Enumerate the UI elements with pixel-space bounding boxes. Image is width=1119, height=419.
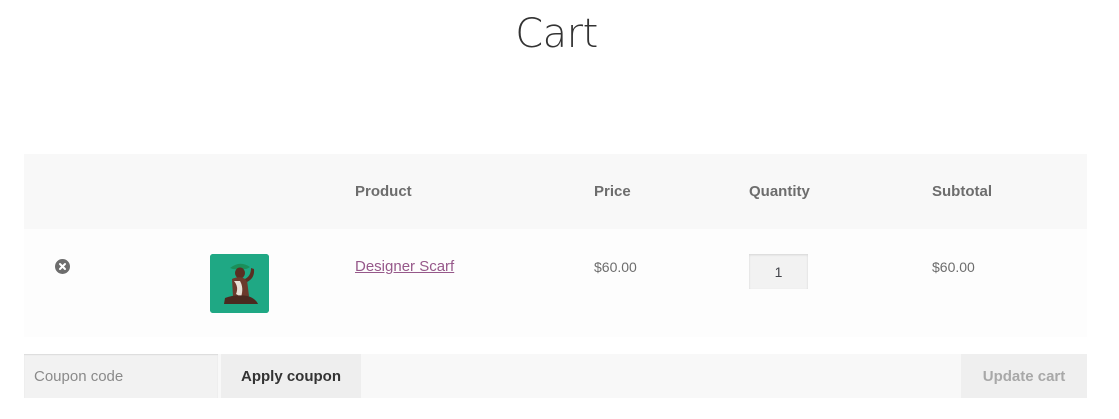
- remove-item-icon[interactable]: [55, 259, 70, 274]
- product-name-link[interactable]: Designer Scarf: [355, 258, 454, 275]
- update-cart-button[interactable]: Update cart: [961, 354, 1087, 398]
- apply-coupon-button[interactable]: Apply coupon: [221, 354, 361, 398]
- item-price: $60.00: [594, 259, 637, 275]
- coupon-code-input[interactable]: [24, 354, 218, 398]
- column-header-quantity: Quantity: [749, 183, 810, 200]
- cart-table-header: Product Price Quantity Subtotal: [24, 154, 1087, 229]
- column-header-product: Product: [355, 183, 412, 200]
- column-header-price: Price: [594, 183, 631, 200]
- cart-table: Product Price Quantity Subtotal Designer: [24, 154, 1087, 337]
- page-title: Cart: [515, 11, 598, 57]
- cart-page: Cart Product Price Quantity Subtotal Des…: [0, 0, 1119, 419]
- quantity-input[interactable]: [749, 254, 808, 289]
- column-header-subtotal: Subtotal: [932, 183, 992, 200]
- product-thumbnail-image[interactable]: [210, 254, 269, 313]
- cart-actions-bar: Apply coupon Update cart: [24, 354, 1087, 398]
- cart-item-row: [24, 229, 1087, 337]
- item-subtotal: $60.00: [932, 259, 975, 275]
